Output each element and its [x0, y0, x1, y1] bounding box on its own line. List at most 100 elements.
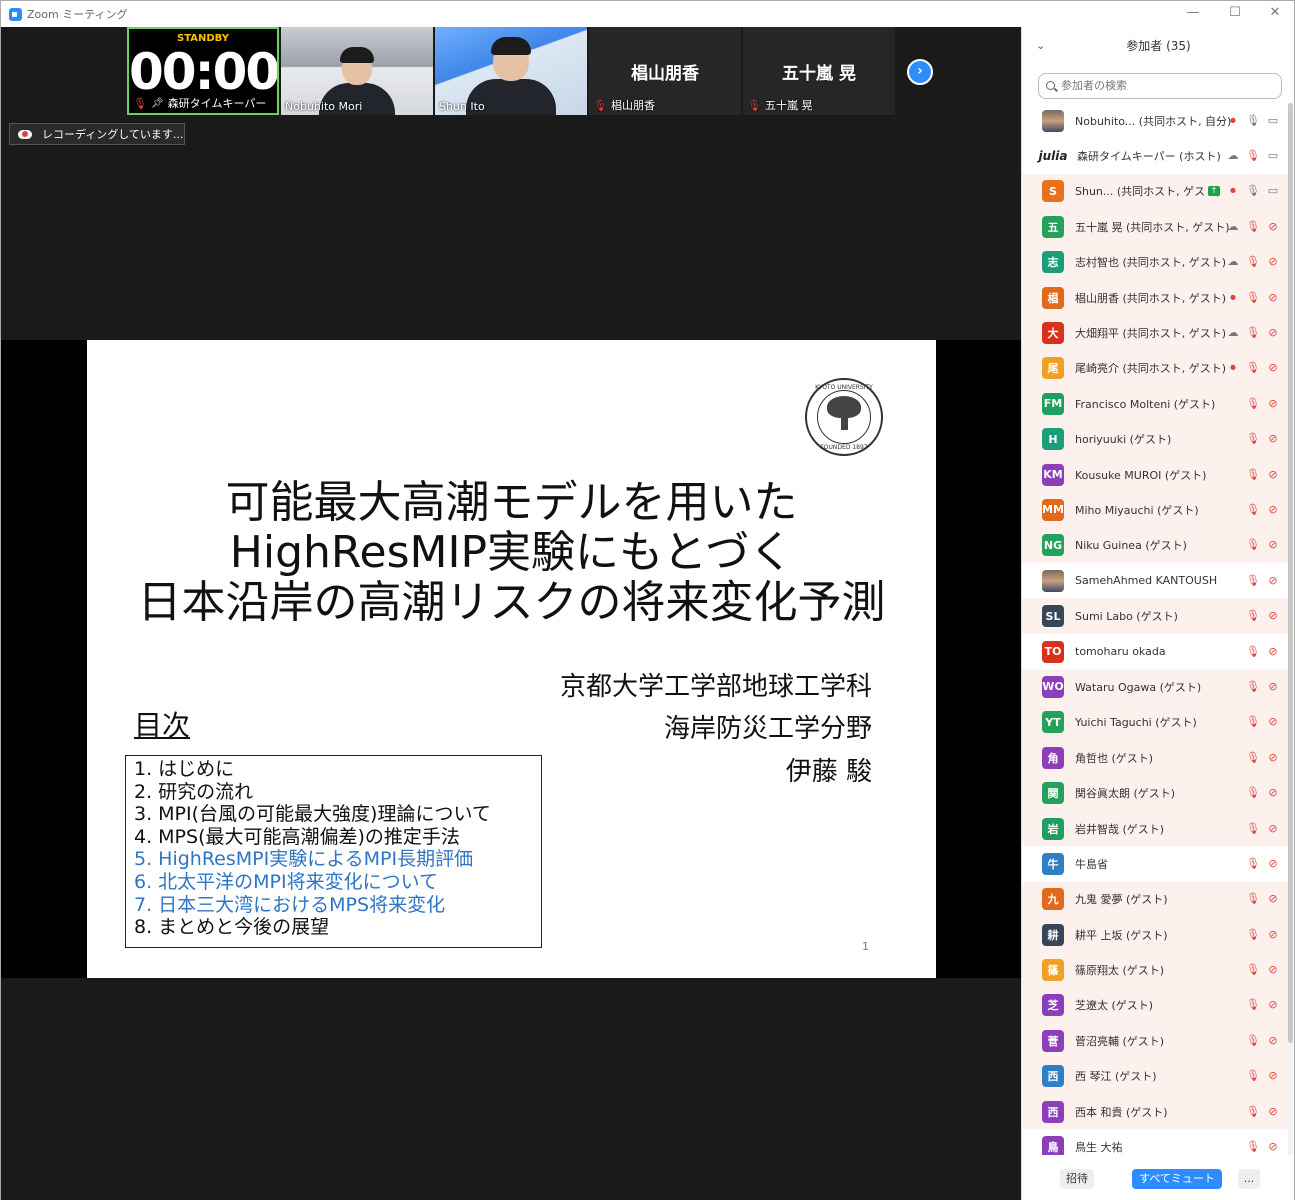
mic-muted-icon[interactable]: 🎙︎ [1246, 1034, 1260, 1047]
mic-muted-icon[interactable]: 🎙︎ [1246, 716, 1260, 728]
mic-muted-icon[interactable]: 🎙︎ [1246, 893, 1260, 905]
microphone-icon[interactable]: 🎙︎ [1246, 114, 1260, 127]
participant-row[interactable]: Hhoriyuuki (ゲスト) 🎙︎ ⊘ [1022, 421, 1288, 457]
video-tile-sugiyama[interactable]: 椙山朋香 🎙︎ 椙山朋香 [589, 27, 741, 115]
mic-muted-icon[interactable]: 🎙︎ [1246, 291, 1260, 304]
minimize-button[interactable]: — [1178, 3, 1208, 25]
recording-indicator[interactable]: レコーディングしています... [9, 123, 185, 145]
participant-row[interactable]: 鳥鳥生 大祐 🎙︎ ⊘ [1022, 1129, 1288, 1155]
mic-muted-icon[interactable]: 🎙︎ [1246, 468, 1260, 481]
microphone-icon[interactable]: 🎙︎ [1246, 185, 1260, 197]
participant-row[interactable]: YT Yuichi Taguchi (ゲスト) 🎙︎ ⊘ [1022, 704, 1288, 741]
maximize-button[interactable]: ☐ [1220, 3, 1250, 25]
participant-status-icons: 🎙︎ ⊘ [1246, 492, 1280, 527]
participant-row[interactable]: KM Kousuke MUROI (ゲスト) 🎙︎ ⊘ [1022, 456, 1288, 493]
next-page-button[interactable]: › [907, 59, 933, 85]
avatar: WO [1042, 675, 1064, 698]
mic-muted-icon[interactable]: 🎙︎ [1246, 680, 1260, 693]
participant-row[interactable]: 関関谷眞太朗 (ゲスト) 🎙︎ ⊘ [1022, 775, 1288, 811]
recording-icon: ⏺ [1230, 184, 1236, 198]
participant-row[interactable]: WO Wataru Ogawa (ゲスト) 🎙︎ ⊘ [1022, 669, 1288, 705]
participant-row[interactable]: NG Niku Guinea (ゲスト) 🎙︎ ⊘ [1022, 527, 1288, 564]
mic-muted-icon[interactable]: 🎙︎ [1246, 539, 1260, 551]
participant-row[interactable]: 芝芝遼太 (ゲスト) 🎙︎ ⊘ [1022, 987, 1288, 1024]
toc-item: 5. HighResMPI実験によるMPI長期評価 [134, 848, 474, 871]
participant-search-input[interactable]: 参加者の検索 [1038, 73, 1282, 99]
video-off-icon: ⊘ [1268, 502, 1278, 516]
more-button[interactable]: ... [1238, 1169, 1260, 1189]
participant-row[interactable]: 椙椙山朋香 (共同ホスト, ゲスト) ⏺ 🎙︎ ⊘ [1022, 279, 1288, 316]
participant-row[interactable]: 角角哲也 (ゲスト) 🎙︎ ⊘ [1022, 740, 1288, 776]
mic-muted-icon[interactable]: 🎙︎ [1246, 327, 1260, 339]
mic-muted-icon[interactable]: 🎙︎ [1246, 150, 1260, 162]
affiliation-department: 京都大学工学部地球工学科 [559, 672, 872, 702]
mic-muted-icon[interactable]: 🎙︎ [1246, 610, 1260, 622]
zoom-app-icon [9, 7, 22, 21]
video-off-icon: ⊘ [1268, 538, 1278, 552]
participant-row[interactable]: 志志村智也 (共同ホスト, ゲスト) ☁ 🎙︎ ⊘ [1022, 244, 1288, 280]
mute-all-button[interactable]: すべてミュート [1132, 1169, 1222, 1189]
participant-row[interactable]: 大大畑翔平 (共同ホスト, ゲスト) ☁ 🎙︎ ⊘ [1022, 315, 1288, 351]
mic-muted-icon[interactable]: 🎙︎ [1246, 256, 1260, 268]
participant-row[interactable]: SL Sumi Labo (ゲスト) 🎙︎ ⊘ [1022, 598, 1288, 634]
mic-muted-icon[interactable]: 🎙︎ [1246, 645, 1260, 658]
mic-muted-icon[interactable]: 🎙︎ [1246, 503, 1260, 516]
mic-muted-icon[interactable]: 🎙︎ [1246, 751, 1260, 764]
presenter-name: 伊藤 駿 [785, 757, 872, 787]
participant-row[interactable]: 五五十嵐 晃 (共同ホスト, ゲスト) ☁ 🎙︎ ⊘ [1022, 209, 1288, 245]
participant-row[interactable]: 西西 琴江 (ゲスト) 🎙︎ ⊘ [1022, 1058, 1288, 1094]
mic-muted-icon[interactable]: 🎙︎ [1246, 964, 1260, 976]
participant-row[interactable]: 菅菅沼亮輔 (ゲスト) 🎙︎ ⊘ [1022, 1023, 1288, 1059]
video-tile-timekeeper[interactable]: STANDBY 00:00 🎙︎ 📌︎ 森研タイムキーパー [127, 27, 279, 115]
participant-status-icons: 🎙︎ ⊘ [1246, 386, 1280, 421]
participant-row[interactable]: FM Francisco Molteni (ゲスト) 🎙︎ ⊘ [1022, 386, 1288, 422]
mic-muted-icon[interactable]: 🎙︎ [1246, 822, 1260, 835]
participant-list-scrollbar[interactable] [1288, 103, 1293, 1155]
video-off-icon: ⊘ [1268, 467, 1278, 481]
camera-icon: ▭ [1267, 113, 1279, 127]
mic-muted-icon[interactable]: 🎙︎ [1246, 362, 1260, 374]
video-off-icon: ⊘ [1268, 326, 1278, 340]
participants-panel: ⌄ 参加者 (35) 参加者の検索 Nobuhito... (共同ホスト, 自分… [1021, 27, 1294, 1200]
toc-heading: 目次 [134, 709, 191, 742]
mic-muted-icon[interactable]: 🎙︎ [1246, 1141, 1260, 1153]
participant-status-icons: 🎙︎ ⊘ [1246, 1023, 1280, 1058]
camera-icon: ▭ [1267, 184, 1279, 198]
participant-status-icons: 🎙︎ ⊘ [1246, 1059, 1280, 1094]
university-seal-logo: KYOTO UNIVERSITY FOUNDED 1897 [805, 378, 883, 456]
participant-name: Shun Ito [439, 100, 485, 113]
mic-muted-icon[interactable]: 🎙︎ [1246, 397, 1260, 410]
close-button[interactable]: ✕ [1260, 3, 1290, 25]
participant-row[interactable]: MM Miho Miyauchi (ゲスト) 🎙︎ ⊘ [1022, 492, 1288, 528]
participant-row[interactable]: 九九鬼 愛夢 (ゲスト) 🎙︎ ⊘ [1022, 881, 1288, 917]
video-tile-igarashi[interactable]: 五十嵐 晃 🎙︎ 五十嵐 晃 [743, 27, 895, 115]
chevron-down-icon[interactable]: ⌄ [1036, 27, 1045, 65]
video-tile-nobuhito[interactable]: Nobuhito Mori [281, 27, 433, 115]
toc-item: 7. 日本三大湾におけるMPS将来変化 [134, 893, 446, 916]
mic-muted-icon[interactable]: 🎙︎ [1246, 928, 1260, 941]
mic-muted-icon[interactable]: 🎙︎ [1246, 999, 1260, 1011]
participant-row[interactable]: 岩岩井智哉 (ゲスト) 🎙︎ ⊘ [1022, 810, 1288, 847]
participant-row[interactable]: julia 森研タイムキーパー (ホスト) ☁ 🎙︎ ▭ [1022, 138, 1288, 173]
mic-muted-icon[interactable]: 🎙︎ [1246, 220, 1260, 233]
invite-button[interactable]: 招待 [1060, 1169, 1094, 1189]
avatar: 牛 [1042, 852, 1064, 875]
mic-muted-icon[interactable]: 🎙︎ [1246, 787, 1260, 799]
participant-row[interactable]: 西西本 和貴 (ゲスト) 🎙︎ ⊘ [1022, 1093, 1288, 1130]
mic-muted-icon[interactable]: 🎙︎ [1246, 1105, 1260, 1118]
participant-row[interactable]: 耕耕平 上坂 (ゲスト) 🎙︎ ⊘ [1022, 916, 1288, 953]
participant-row[interactable]: 尾尾崎亮介 (共同ホスト, ゲスト) ⏺ 🎙︎ ⊘ [1022, 350, 1288, 387]
participant-row[interactable]: SamehAhmed KANTOUSH 🎙︎ ⊘ [1022, 563, 1288, 598]
participant-row[interactable]: 篠篠原翔太 (ゲスト) 🎙︎ ⊘ [1022, 952, 1288, 988]
video-tile-shun[interactable]: Shun Ito [435, 27, 587, 115]
video-caption: Nobuhito Mori [285, 100, 362, 113]
participant-row[interactable]: TO tomoharu okada 🎙︎ ⊘ [1022, 634, 1288, 669]
participant-row[interactable]: Nobuhito... (共同ホスト, 自分) ⏺ 🎙︎ ▭ [1022, 103, 1288, 138]
participant-row[interactable]: 牛牛島省 🎙︎ ⊘ [1022, 846, 1288, 881]
mic-muted-icon[interactable]: 🎙︎ [1246, 857, 1260, 870]
participant-row[interactable]: S Shun... (共同ホスト, ゲスト) ↑ ⏺ 🎙︎ ▭ [1022, 173, 1288, 210]
mic-muted-icon[interactable]: 🎙︎ [1246, 574, 1260, 587]
meeting-area: STANDBY 00:00 🎙︎ 📌︎ 森研タイムキーパー Nobuhito M… [1, 27, 1021, 1200]
mic-muted-icon[interactable]: 🎙︎ [1246, 1070, 1260, 1082]
mic-muted-icon[interactable]: 🎙︎ [1246, 433, 1260, 445]
